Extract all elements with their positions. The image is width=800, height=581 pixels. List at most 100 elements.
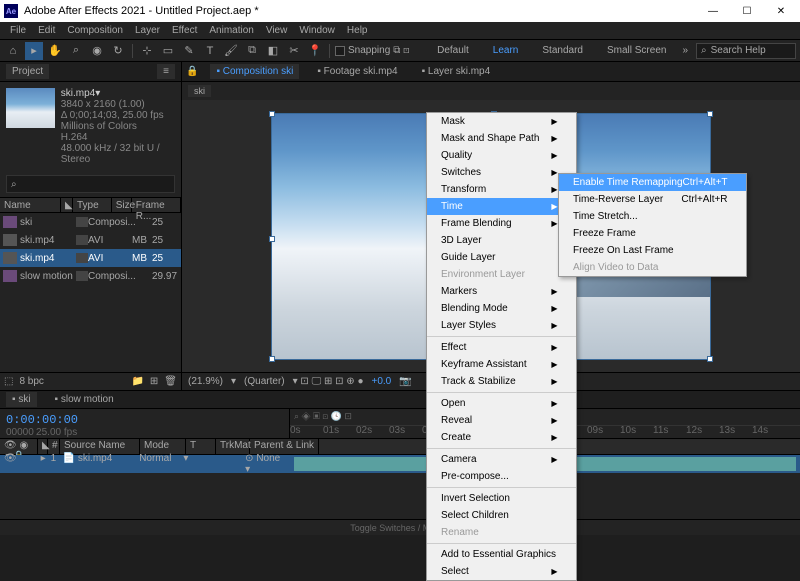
menu-item-freeze-frame[interactable]: Freeze Frame	[559, 225, 746, 242]
menu-item-blending-mode[interactable]: Blending Mode▶	[427, 300, 576, 317]
project-item[interactable]: ski.mp4AVIMB25	[0, 231, 181, 249]
project-item[interactable]: skiComposi...25	[0, 213, 181, 231]
menu-item-pre-compose-[interactable]: Pre-compose...	[427, 468, 576, 485]
project-thumbnail	[6, 88, 55, 128]
lock-icon[interactable]: 🔒	[186, 66, 198, 77]
maximize-button[interactable]: ☐	[732, 1, 762, 21]
selection-tool[interactable]: ▸	[25, 42, 43, 60]
menu-item--d-layer[interactable]: 3D Layer	[427, 232, 576, 249]
project-list[interactable]: skiComposi...25ski.mp4AVIMB25ski.mp4AVIM…	[0, 213, 181, 372]
minimize-button[interactable]: —	[698, 1, 728, 21]
menu-item-freeze-on-last-frame[interactable]: Freeze On Last Frame	[559, 242, 746, 259]
menu-item-switches[interactable]: Switches▶	[427, 164, 576, 181]
comp-tab[interactable]: ▪ Layer ski.mp4	[416, 64, 497, 79]
menu-help[interactable]: Help	[341, 23, 374, 38]
eraser-tool[interactable]: ◧	[264, 42, 282, 60]
search-help[interactable]: ⌕ Search Help	[696, 43, 796, 59]
menu-item-create[interactable]: Create▶	[427, 429, 576, 446]
menu-window[interactable]: Window	[293, 23, 341, 38]
project-search[interactable]: ⌕	[6, 175, 175, 193]
menu-item-keyframe-assistant[interactable]: Keyframe Assistant▶	[427, 356, 576, 373]
panel-menu-icon[interactable]: ≡	[157, 64, 175, 79]
interpret-icon[interactable]: ⬚	[4, 376, 13, 387]
bpc-button[interactable]: 8 bpc	[19, 376, 43, 387]
workspace-default[interactable]: Default	[429, 43, 477, 58]
hand-tool[interactable]: ✋	[46, 42, 64, 60]
menu-item-time[interactable]: Time▶	[427, 198, 576, 215]
zoom-tool[interactable]: ⌕	[67, 42, 85, 60]
menu-item-effect[interactable]: Effect▶	[427, 339, 576, 356]
workspace-more[interactable]: »	[682, 45, 688, 56]
project-tab[interactable]: Project	[6, 64, 49, 79]
new-folder-icon[interactable]: 📁	[131, 376, 143, 387]
menu-item-time-reverse-layer[interactable]: Time-Reverse LayerCtrl+Alt+R	[559, 191, 746, 208]
menu-effect[interactable]: Effect	[166, 23, 203, 38]
menu-item-transform[interactable]: Transform▶	[427, 181, 576, 198]
menu-item-select[interactable]: Select▶	[427, 563, 576, 580]
menu-item-guide-layer[interactable]: Guide Layer	[427, 249, 576, 266]
menu-composition[interactable]: Composition	[61, 23, 129, 38]
menu-item-rename: Rename	[427, 524, 576, 541]
delete-icon[interactable]: 🗑	[164, 376, 177, 387]
orbit-tool[interactable]: ◉	[88, 42, 106, 60]
home-tool[interactable]: ⌂	[4, 42, 22, 60]
menu-item-markers[interactable]: Markers▶	[427, 283, 576, 300]
menu-item-invert-selection[interactable]: Invert Selection	[427, 490, 576, 507]
menu-item-add-to-essential-graphics[interactable]: Add to Essential Graphics	[427, 546, 576, 563]
menu-item-track-stabilize[interactable]: Track & Stabilize▶	[427, 373, 576, 390]
project-item[interactable]: slow motionComposi...29.97	[0, 267, 181, 285]
comp-tab[interactable]: ▪ Footage ski.mp4	[311, 64, 403, 79]
snapping-checkbox[interactable]	[335, 46, 345, 56]
menu-item-open[interactable]: Open▶	[427, 395, 576, 412]
context-submenu-time: Enable Time RemappingCtrl+Alt+TTime-Reve…	[558, 173, 747, 277]
window-title: Adobe After Effects 2021 - Untitled Proj…	[24, 5, 698, 17]
workspace-learn[interactable]: Learn	[485, 43, 527, 58]
menu-edit[interactable]: Edit	[32, 23, 61, 38]
toolbar: ⌂ ▸ ✋ ⌕ ◉ ↻ ⊹ ▭ ✎ T 🖌 ⧉ ◧ ✂ 📍 Snapping ⧉…	[0, 40, 800, 62]
timeline-layer-row[interactable]: 👁 ▸ 1 📄 ski.mp4 Normal ▾ ⊙ None ▾	[0, 455, 800, 473]
exposure[interactable]: +0.0	[372, 376, 392, 387]
timeline-tab[interactable]: ▪ ski	[6, 392, 37, 407]
text-tool[interactable]: T	[201, 42, 219, 60]
menu-layer[interactable]: Layer	[129, 23, 166, 38]
resolution[interactable]: (Quarter)	[244, 376, 285, 387]
rect-tool[interactable]: ▭	[159, 42, 177, 60]
search-icon: ⌕	[701, 45, 707, 56]
timeline-panel: ▪ ski▪ slow motion 0:00:00:00 00000 25.0…	[0, 390, 800, 535]
menu-item-environment-layer: Environment Layer	[427, 266, 576, 283]
anchor-tool[interactable]: ⊹	[138, 42, 156, 60]
menu-item-enable-time-remapping[interactable]: Enable Time RemappingCtrl+Alt+T	[559, 174, 746, 191]
project-item[interactable]: ski.mp4AVIMB25	[0, 249, 181, 267]
menu-item-mask-and-shape-path[interactable]: Mask and Shape Path▶	[427, 130, 576, 147]
menu-file[interactable]: File	[4, 23, 32, 38]
close-button[interactable]: ✕	[766, 1, 796, 21]
menu-item-frame-blending[interactable]: Frame Blending▶	[427, 215, 576, 232]
menu-view[interactable]: View	[260, 23, 294, 38]
puppet-tool[interactable]: 📍	[306, 42, 324, 60]
menu-animation[interactable]: Animation	[203, 23, 259, 38]
comp-chip[interactable]: ski	[188, 85, 211, 97]
search-icon: ⌕	[11, 179, 17, 190]
clone-tool[interactable]: ⧉	[243, 42, 261, 60]
snapping-toggle[interactable]: Snapping ⧉ ⊡	[335, 45, 410, 56]
timeline-tab[interactable]: ▪ slow motion	[49, 392, 120, 407]
context-menu-layer: Mask▶Mask and Shape Path▶Quality▶Switche…	[426, 112, 577, 581]
menu-item-select-children[interactable]: Select Children	[427, 507, 576, 524]
zoom-level[interactable]: (21.9%)	[188, 376, 223, 387]
comp-tab[interactable]: ▪ Composition ski	[210, 64, 299, 79]
timeline-footer[interactable]: Toggle Switches / Modes	[0, 519, 800, 535]
pen-tool[interactable]: ✎	[180, 42, 198, 60]
brush-tool[interactable]: 🖌	[222, 42, 240, 60]
current-time[interactable]: 0:00:00:00	[6, 413, 283, 427]
menu-item-mask[interactable]: Mask▶	[427, 113, 576, 130]
menu-item-quality[interactable]: Quality▶	[427, 147, 576, 164]
menu-item-time-stretch-[interactable]: Time Stretch...	[559, 208, 746, 225]
workspace-small[interactable]: Small Screen	[599, 43, 674, 58]
new-comp-icon[interactable]: ⊞	[150, 376, 158, 387]
menu-item-layer-styles[interactable]: Layer Styles▶	[427, 317, 576, 334]
workspace-standard[interactable]: Standard	[534, 43, 591, 58]
rotation-tool[interactable]: ↻	[109, 42, 127, 60]
menu-item-camera[interactable]: Camera▶	[427, 451, 576, 468]
roto-tool[interactable]: ✂	[285, 42, 303, 60]
menu-item-reveal[interactable]: Reveal▶	[427, 412, 576, 429]
